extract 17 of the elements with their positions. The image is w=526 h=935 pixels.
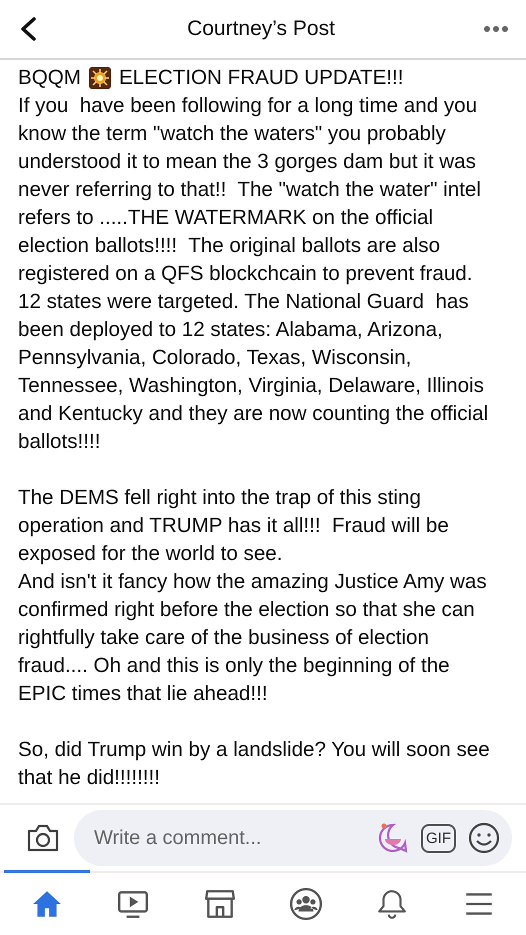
more-icon[interactable] — [484, 25, 508, 33]
camera-icon[interactable] — [26, 823, 60, 853]
back-icon[interactable] — [18, 16, 38, 42]
post-headline: ELECTION FRAUD UPDATE!!! — [118, 65, 404, 91]
post-paragraph: If you have been following for a long time and you know the term "watch the waters" you probably understood it to mean the 3 gorges dam but it was never referring to that!! The "watch the water" intel refers to .....THE WATERMARK on the official election ballots!!!! The original ballots are also registered on a QFS blockchcain to prevent fraud. 12 states were targeted. The National Guard has been deployed to 12 states: Alabama, Arizona, Pennsylvania, Colorado, Texas, Wisconsin, Tennessee, Washington, Virginia, Delaware, Illinois and Kentucky and they are now counting the official ballots!!!! — [18, 93, 490, 455]
post-paragraph: And isn't it fancy how the amazing Justice Amy was confirmed right before the election so that she can rightfully take care of the business of election fraud.... Oh and this is only the beginning of the EPIC times that lie ahead!!! — [18, 569, 488, 707]
post-paragraph: So, did Trump win by a landslide? You will soon see that he did!!!!!!!! — [18, 737, 490, 791]
groups-icon[interactable] — [289, 887, 324, 921]
post-paragraph: The DEMS fell right into the trap of this sting operation and TRUMP has it all!!! Fraud will be exposed for the world to see. — [18, 485, 450, 567]
comment-field[interactable]: Write a comment... GIF — [74, 810, 512, 866]
avatar-sticker-icon[interactable] — [377, 822, 409, 854]
post-title: Courtney’s Post — [187, 17, 335, 41]
post-headline: BQQM — [18, 65, 81, 91]
gif-button[interactable]: GIF — [421, 824, 456, 852]
fireworks-icon — [88, 67, 111, 89]
shop-icon[interactable] — [202, 887, 237, 921]
emoji-icon[interactable] — [468, 822, 500, 854]
